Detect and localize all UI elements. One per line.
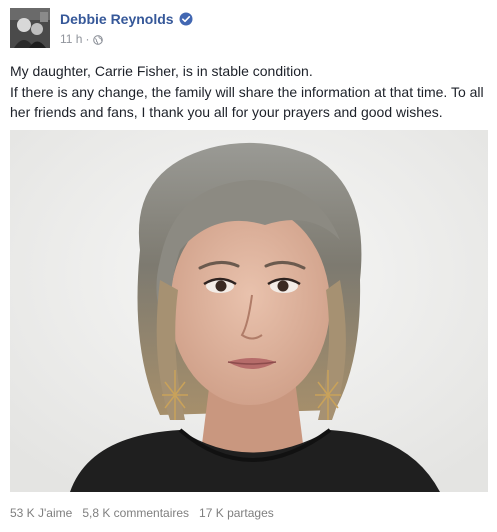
facebook-post: Debbie Reynolds 11 h · My daughter, Carr… [0, 0, 497, 532]
post-text: My daughter, Carrie Fisher, is in stable… [10, 61, 490, 123]
verified-badge-icon [179, 12, 193, 26]
post-timestamp[interactable]: 11 h [60, 32, 82, 46]
shares-count[interactable]: 17 K partages [199, 506, 274, 520]
post-photo[interactable] [10, 130, 488, 492]
globe-icon[interactable] [93, 34, 104, 45]
post-stats: 53 K J'aime 5,8 K commentaires 17 K part… [10, 506, 274, 520]
post-meta: 11 h · [60, 32, 104, 46]
avatar-image [10, 8, 50, 48]
author-avatar[interactable] [10, 8, 50, 48]
post-text-line: If there is any change, the family will … [10, 83, 484, 121]
post-header: Debbie Reynolds 11 h · [10, 8, 480, 50]
meta-separator: · [85, 32, 90, 46]
portrait-photo [10, 130, 488, 492]
author-name[interactable]: Debbie Reynolds [60, 11, 174, 27]
author-name-row: Debbie Reynolds [60, 11, 193, 27]
post-text-line: My daughter, Carrie Fisher, is in stable… [10, 63, 313, 79]
likes-count[interactable]: 53 K J'aime [10, 506, 72, 520]
comments-count[interactable]: 5,8 K commentaires [82, 506, 189, 520]
